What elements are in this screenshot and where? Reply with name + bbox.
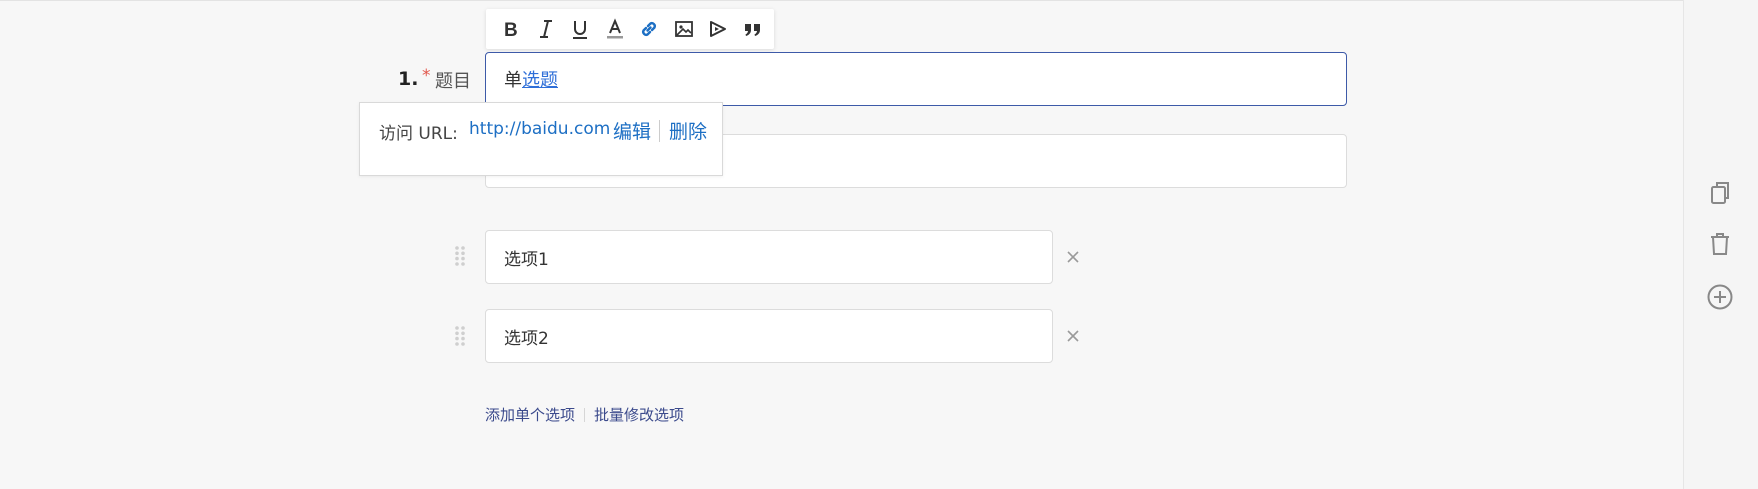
link-button[interactable]: [632, 12, 667, 46]
actions-divider: [584, 407, 586, 422]
question-number: 1.: [398, 68, 419, 90]
copy-question-button[interactable]: [1706, 178, 1734, 206]
remove-option-button[interactable]: [1062, 325, 1084, 347]
image-icon: [674, 21, 693, 37]
drag-handle-icon[interactable]: [454, 245, 466, 267]
batch-edit-options-link[interactable]: 批量修改选项: [594, 404, 684, 425]
quote-button[interactable]: [736, 12, 771, 46]
option-text: 选项1: [504, 249, 549, 270]
remove-option-button[interactable]: [1062, 246, 1084, 268]
video-icon: [710, 21, 727, 37]
svg-text:B: B: [504, 20, 518, 40]
font-color-icon: [606, 18, 623, 39]
add-question-button[interactable]: [1706, 283, 1734, 311]
image-button[interactable]: [667, 12, 702, 46]
question-label: 题目: [435, 71, 471, 92]
delete-question-button[interactable]: [1706, 230, 1734, 258]
bold-icon: B: [504, 20, 518, 40]
add-option-link[interactable]: 添加单个选项: [485, 404, 575, 425]
option-input[interactable]: 选项1: [485, 230, 1053, 284]
italic-button[interactable]: [529, 12, 564, 46]
format-toolbar: B: [486, 9, 774, 49]
title-link-text[interactable]: 选题: [522, 66, 558, 92]
link-url[interactable]: http://baidu.com: [469, 119, 610, 139]
title-text: 单: [504, 70, 522, 91]
font-color-button[interactable]: [598, 12, 633, 46]
required-mark: *: [422, 66, 431, 86]
edit-link-button[interactable]: 编辑: [613, 117, 651, 144]
video-button[interactable]: [701, 12, 736, 46]
option-input[interactable]: 选项2: [485, 309, 1053, 363]
underline-button[interactable]: [563, 12, 598, 46]
italic-icon: [539, 20, 552, 38]
underline-icon: [573, 21, 588, 39]
link-popup-label: 访问 URL:: [379, 124, 458, 144]
drag-handle-icon[interactable]: [454, 325, 466, 347]
close-icon: [1067, 251, 1079, 263]
option-actions: 添加单个选项 批量修改选项: [485, 404, 684, 425]
delete-link-button[interactable]: 删除: [669, 117, 707, 144]
trash-icon: [1711, 233, 1729, 255]
close-icon: [1067, 330, 1079, 342]
quote-icon: [744, 24, 760, 36]
bold-button[interactable]: B: [494, 12, 529, 46]
link-popup: 访问 URL: http://baidu.com 编辑 删除: [359, 102, 723, 176]
top-divider: [0, 0, 1758, 1]
link-icon: [642, 22, 657, 36]
popup-divider: [659, 120, 660, 142]
copy-icon: [1711, 182, 1729, 204]
add-circle-icon: [1707, 284, 1733, 310]
question-title-editor[interactable]: 单选题: [485, 52, 1347, 106]
option-text: 选项2: [504, 328, 549, 349]
